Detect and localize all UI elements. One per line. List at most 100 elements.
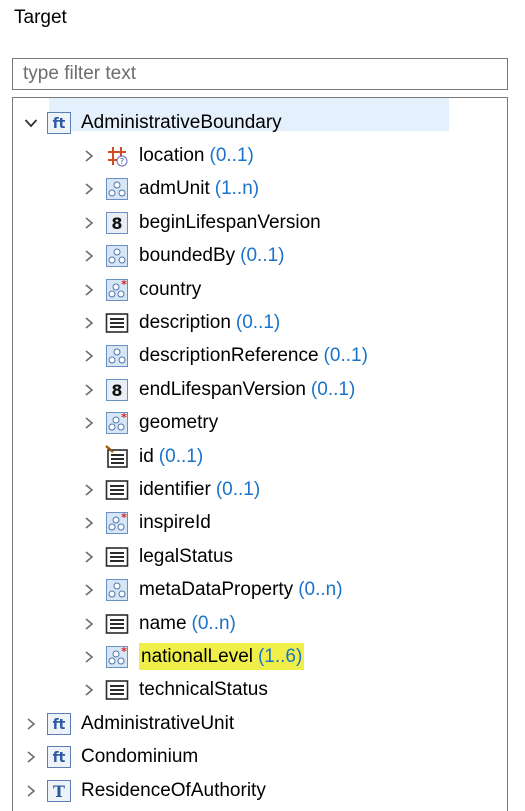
- tree-item-beginlifespanversion[interactable]: 8 beginLifespanVersion: [79, 206, 321, 239]
- chevron-right-icon[interactable]: [79, 607, 99, 640]
- tree-item-condominium[interactable]: ft Condominium: [21, 741, 198, 774]
- svg-text:?: ?: [120, 157, 124, 166]
- cardinality-label: (1..n): [214, 178, 260, 200]
- chevron-right-icon[interactable]: [79, 640, 99, 673]
- tree-item-admunit[interactable]: admUnit (1..n): [79, 173, 259, 206]
- tree-item-country[interactable]: * country: [79, 273, 201, 306]
- tree-item-label: metaDataProperty: [139, 579, 294, 601]
- cardinality-label: (0..n): [298, 579, 343, 601]
- svg-text:T: T: [53, 782, 65, 801]
- text-property-icon: [105, 478, 129, 502]
- tree-item-label: name: [139, 612, 187, 634]
- cardinality-label: (0..1): [240, 245, 285, 267]
- tree-item-label: descriptionReference: [139, 345, 319, 367]
- tree-item-inspireid[interactable]: * inspireId: [79, 507, 211, 540]
- svg-text:8: 8: [111, 381, 122, 400]
- svg-text:*: *: [121, 645, 127, 658]
- tree-item-label: nationalLevel: [141, 645, 253, 667]
- svg-text:ft: ft: [53, 750, 66, 766]
- tree-item-name[interactable]: name (0..n): [79, 607, 236, 640]
- tree-item-label: admUnit: [139, 178, 210, 200]
- chevron-right-icon[interactable]: [79, 139, 99, 172]
- chevron-right-icon[interactable]: [21, 707, 41, 740]
- svg-text:*: *: [121, 278, 127, 291]
- no-expander: [79, 440, 99, 473]
- chevron-right-icon[interactable]: [21, 774, 41, 807]
- svg-text:*: *: [121, 511, 127, 524]
- text-property-icon: [105, 612, 129, 636]
- filter-input[interactable]: [12, 58, 508, 90]
- tree-item-label: boundedBy: [139, 245, 236, 267]
- tree-item-identifier[interactable]: identifier (0..1): [79, 473, 260, 506]
- svg-text:ft: ft: [53, 116, 66, 132]
- tree-item-label: endLifespanVersion: [139, 378, 306, 400]
- tree-item-label: legalStatus: [139, 545, 234, 567]
- tree-item-label: beginLifespanVersion: [139, 211, 321, 233]
- required-complex-property-icon: *: [105, 411, 129, 435]
- chevron-right-icon[interactable]: [79, 674, 99, 707]
- chevron-right-icon[interactable]: [79, 206, 99, 239]
- chevron-right-icon[interactable]: [79, 273, 99, 306]
- svg-text:8: 8: [111, 214, 122, 233]
- tree-item-label: id: [139, 445, 154, 467]
- required-complex-property-icon: *: [105, 645, 129, 669]
- chevron-down-icon[interactable]: [21, 106, 41, 139]
- search-match-highlight: nationalLevel (1..6): [139, 643, 305, 671]
- cardinality-label: (0..1): [235, 311, 281, 333]
- chevron-right-icon[interactable]: [79, 173, 99, 206]
- chevron-right-icon[interactable]: [21, 741, 41, 774]
- tree-item-label: ResidenceOfAuthority: [81, 779, 266, 801]
- tree-item-label: Condominium: [81, 746, 199, 768]
- tree-item-label: inspireId: [139, 512, 211, 534]
- tree-item-geometry[interactable]: * geometry: [79, 407, 218, 440]
- tree-item-label: identifier: [139, 478, 211, 500]
- text-property-icon: [105, 678, 129, 702]
- feature-type-icon: ft: [47, 745, 71, 769]
- chevron-right-icon[interactable]: [79, 373, 99, 406]
- geometry-property-icon: ?: [105, 144, 129, 168]
- chevron-right-icon[interactable]: [79, 574, 99, 607]
- tree-item-label: location: [139, 144, 205, 166]
- tree-item-nationallevel[interactable]: * nationalLevel (1..6): [79, 640, 305, 673]
- cardinality-label: (0..1): [215, 478, 261, 500]
- chevron-right-icon[interactable]: [79, 407, 99, 440]
- cardinality-label: (0..1): [209, 144, 254, 166]
- cardinality-label: (0..1): [310, 378, 356, 400]
- complex-property-icon: [105, 344, 129, 368]
- tree-item-technicalstatus[interactable]: technicalStatus: [79, 674, 268, 707]
- tree-item-endlifespanversion[interactable]: 8 endLifespanVersion (0..1): [79, 373, 355, 406]
- text-property-icon: [105, 545, 129, 569]
- chevron-right-icon[interactable]: [79, 507, 99, 540]
- target-tree[interactable]: ft AdministrativeBoundary? location (0..1) a…: [12, 97, 508, 811]
- tree-item-legalstatus[interactable]: legalStatus: [79, 540, 233, 573]
- tree-item-residenceofauthority[interactable]: T ResidenceOfAuthority: [21, 774, 266, 807]
- chevron-right-icon[interactable]: [79, 340, 99, 373]
- complex-property-icon: [105, 244, 129, 268]
- cardinality-label: (0..1): [323, 345, 368, 367]
- tree-item-label: technicalStatus: [139, 679, 268, 701]
- feature-type-icon: ft: [47, 712, 71, 736]
- chevron-right-icon[interactable]: [79, 473, 99, 506]
- chevron-right-icon[interactable]: [79, 306, 99, 339]
- required-complex-property-icon: *: [105, 511, 129, 535]
- tree-item-administrativeunit[interactable]: ft AdministrativeUnit: [21, 707, 234, 740]
- tree-item-id[interactable]: id (0..1): [79, 440, 203, 473]
- chevron-right-icon[interactable]: [79, 240, 99, 273]
- svg-text:*: *: [121, 411, 127, 424]
- cardinality-label: (0..1): [158, 445, 204, 467]
- cardinality-label: (1..6): [257, 645, 303, 667]
- tree-item-label: AdministrativeBoundary: [81, 111, 282, 133]
- tree-item-administrativeboundary[interactable]: ft AdministrativeBoundary: [21, 106, 282, 139]
- complex-property-icon: [105, 578, 129, 602]
- tree-item-location[interactable]: ? location (0..1): [79, 139, 254, 172]
- svg-text:ft: ft: [53, 717, 66, 733]
- tree-item-label: geometry: [139, 412, 219, 434]
- tree-item-boundedby[interactable]: boundedBy (0..1): [79, 240, 285, 273]
- tree-item-label: AdministrativeUnit: [81, 712, 235, 734]
- chevron-right-icon[interactable]: [79, 540, 99, 573]
- attribute-property-icon: [105, 444, 129, 469]
- tree-item-description[interactable]: description (0..1): [79, 306, 280, 339]
- tree-item-descriptionreference[interactable]: descriptionReference (0..1): [79, 340, 368, 373]
- cardinality-label: (0..n): [191, 612, 236, 634]
- tree-item-metadataproperty[interactable]: metaDataProperty (0..n): [79, 574, 343, 607]
